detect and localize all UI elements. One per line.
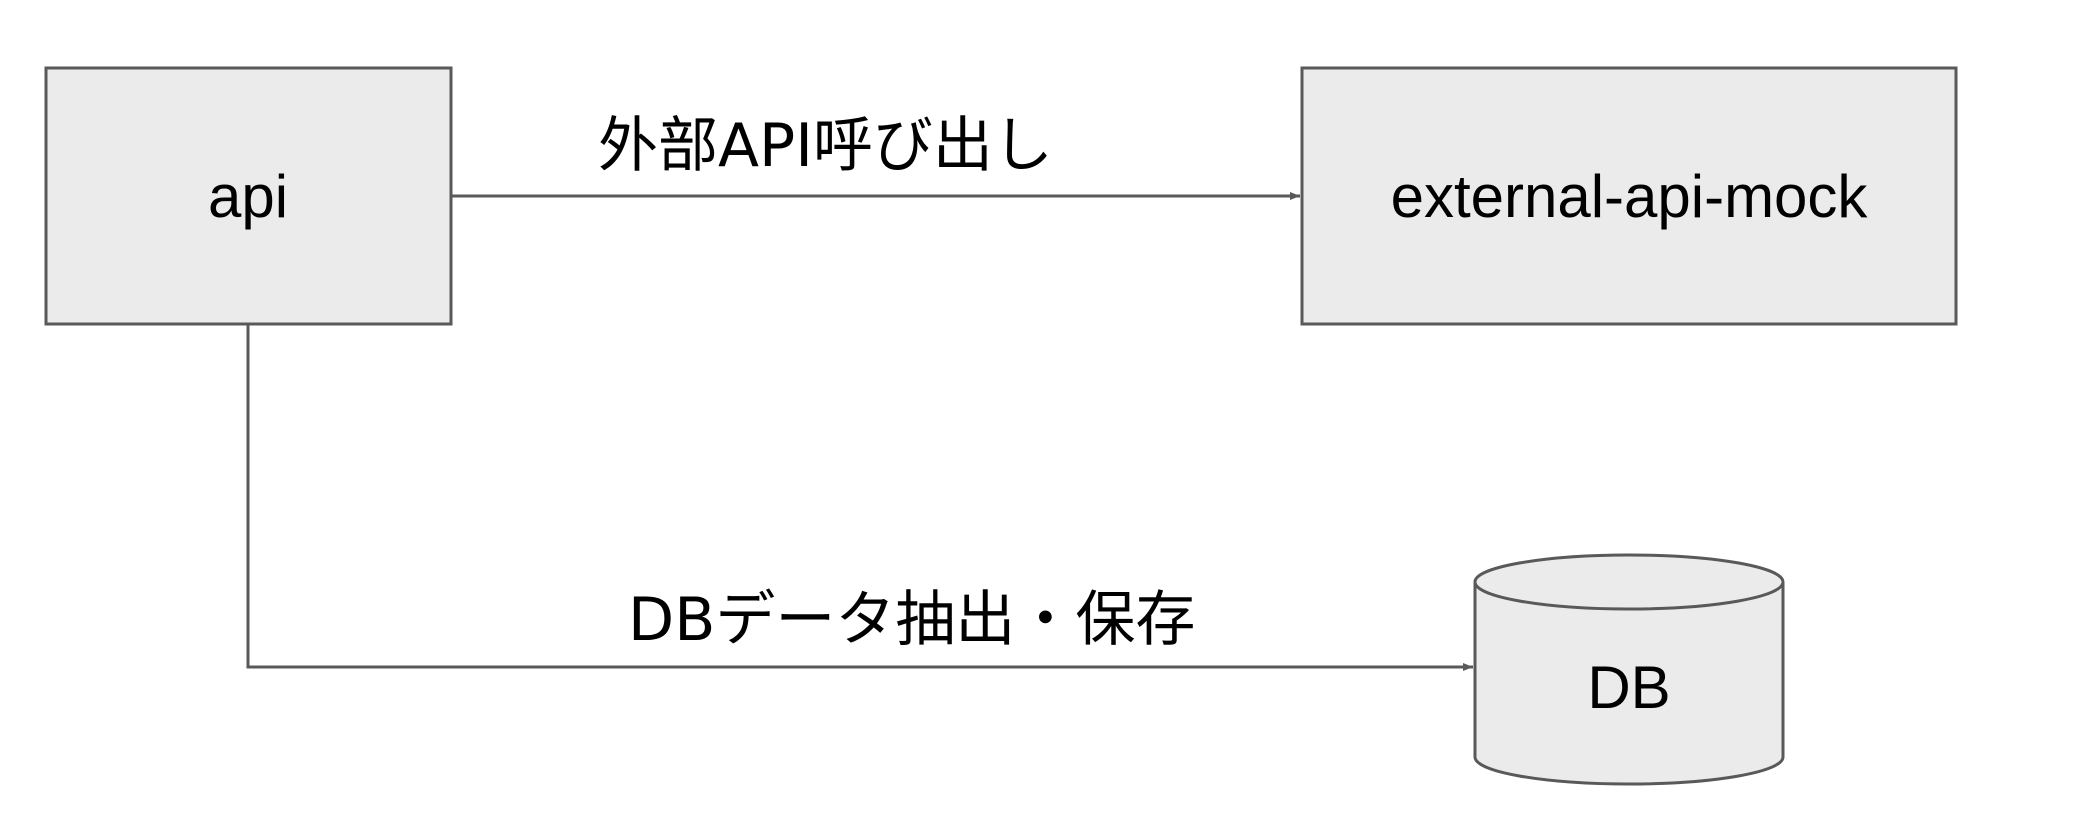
edge-api-to-external-label: 外部API呼び出し xyxy=(598,111,1053,181)
api-node: api xyxy=(44,66,453,326)
external-api-mock-node: external-api-mock xyxy=(1300,66,1958,326)
db-cylinder-top xyxy=(1473,553,1785,611)
db-node-label: DB xyxy=(1587,654,1670,721)
edge-api-to-db: DBデータ抽出・保存 xyxy=(246,324,1473,671)
edge-api-to-db-label: DBデータ抽出・保存 xyxy=(628,585,1195,655)
edge-api-to-external: 外部API呼び出し xyxy=(451,111,1300,200)
db-node: DB xyxy=(1473,553,1785,786)
external-api-mock-node-label: external-api-mock xyxy=(1391,163,1869,230)
architecture-diagram: api external-api-mock DB 外部API呼び出し DBデータ… xyxy=(44,66,1958,786)
api-node-label: api xyxy=(208,163,288,230)
